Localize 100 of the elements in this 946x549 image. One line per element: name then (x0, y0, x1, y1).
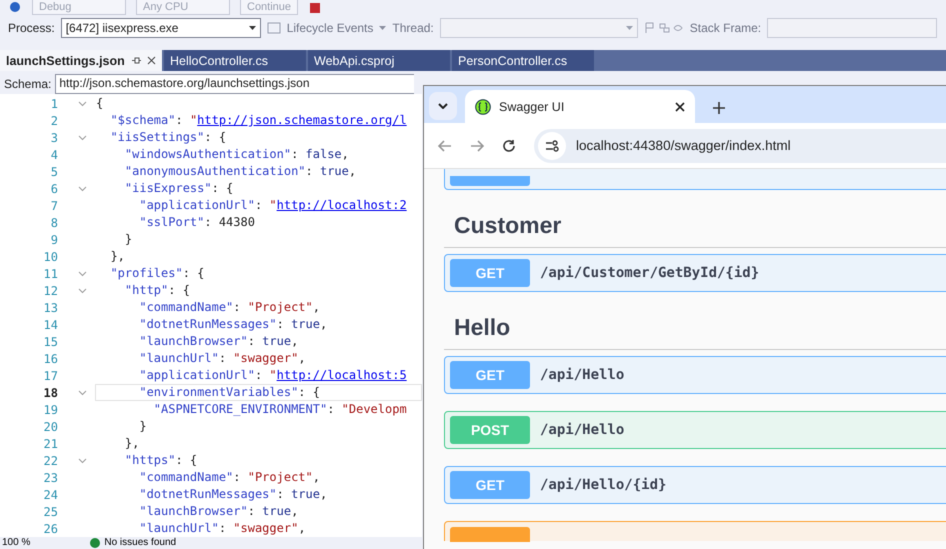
method-label: GET (450, 361, 530, 389)
code-line: "$schema": "http://json.schemastore.org/l (109, 112, 408, 129)
line-number: 26 (42, 522, 58, 536)
stack-frame-label: Stack Frame: (690, 20, 762, 35)
line-number: 2 (50, 114, 58, 128)
section-heading[interactable]: Hello (444, 314, 946, 350)
line-number: 25 (42, 504, 58, 518)
lifecycle-icon (266, 22, 281, 34)
code-line: "commandName": "Project", (138, 469, 321, 486)
operation-bar[interactable]: GET /api/Hello/{id} (444, 466, 946, 504)
fold-chevron-icon[interactable] (78, 270, 87, 276)
method-label: POST (450, 416, 530, 444)
line-number: 3 (50, 130, 58, 144)
document-tab[interactable]: PersonController.cs (452, 50, 596, 71)
pin-icon[interactable] (132, 56, 141, 66)
code-line: "https": { (124, 452, 198, 469)
line-number: 24 (42, 488, 58, 502)
code-line: }, (124, 435, 140, 452)
chevron-down-icon (438, 103, 448, 109)
line-number: 17 (42, 368, 58, 382)
line-number: 8 (50, 216, 58, 230)
code-editor[interactable] (0, 94, 422, 537)
fold-chevron-icon[interactable] (78, 458, 87, 464)
line-number: 1 (50, 96, 58, 110)
endpoint-path: /api/Hello (540, 422, 624, 438)
line-number: 18 (42, 386, 58, 400)
line-number: 13 (42, 300, 58, 314)
code-line: }, (109, 248, 126, 265)
line-number: 4 (50, 148, 58, 162)
method-label: GET (450, 471, 530, 499)
section-heading[interactable]: Customer (444, 212, 946, 248)
fold-chevron-icon[interactable] (78, 100, 87, 106)
code-line: "http": { (124, 282, 191, 299)
operation-bar[interactable]: POST /api/Hello (444, 411, 946, 449)
code-line: "dotnetRunMessages": true, (138, 486, 328, 503)
code-line: "iisExpress": { (124, 180, 234, 197)
document-tab[interactable]: WebApi.csproj (308, 50, 452, 71)
schema-label: Schema: (4, 77, 52, 91)
fold-chevron-icon[interactable] (78, 186, 87, 192)
process-label: Process: (8, 20, 55, 35)
code-line: "applicationUrl": "http://localhost:5 (138, 367, 408, 384)
line-number: 6 (50, 182, 58, 196)
code-line: "launchBrowser": true, (138, 503, 300, 520)
fold-chevron-icon[interactable] (78, 288, 87, 294)
line-number: 11 (42, 266, 58, 280)
operation-bar[interactable] (444, 169, 946, 190)
caret-icon (626, 26, 633, 30)
code-line: "launchBrowser": true, (138, 333, 300, 350)
line-number: 19 (42, 402, 58, 416)
method-label: GET (450, 259, 530, 287)
fold-chevron-icon[interactable] (78, 134, 87, 140)
caret-icon (248, 26, 256, 30)
fold-chevron-icon[interactable] (78, 390, 87, 396)
flag-icon[interactable] (644, 22, 684, 34)
close-icon[interactable] (675, 102, 685, 112)
swagger-logo-icon (475, 98, 491, 114)
forward-arrow-icon[interactable] (470, 140, 484, 152)
browser-tab[interactable]: Swagger UI (465, 90, 695, 123)
thread-dropdown[interactable] (440, 18, 638, 38)
line-number: 22 (42, 454, 58, 468)
zoom-level[interactable]: 100 % (2, 537, 30, 549)
code-line: "anonymousAuthentication": true, (124, 163, 358, 180)
operation-bar[interactable]: GET /api/Hello (444, 356, 946, 394)
line-number: 20 (42, 420, 58, 434)
code-line: } (124, 231, 134, 248)
reload-icon[interactable] (502, 138, 516, 152)
line-number: 5 (50, 164, 58, 178)
endpoint-path: /api/Customer/GetById/{id} (540, 265, 760, 281)
document-tab[interactable]: launchSettings.json (0, 50, 164, 71)
line-number: 14 (42, 318, 58, 332)
code-line: "applicationUrl": "http://localhost:2 (138, 197, 408, 214)
code-line: "ASPNETCORE_ENVIRONMENT": "Developm (152, 401, 408, 418)
caret-icon (379, 26, 386, 30)
code-line: "sslPort": 44380 (138, 214, 256, 231)
code-line: "windowsAuthentication": false, (124, 146, 350, 163)
line-number: 15 (42, 334, 58, 348)
process-dropdown[interactable]: [6472] iisexpress.exe (60, 18, 261, 38)
back-arrow-icon[interactable] (438, 140, 452, 152)
schema-field[interactable]: http://json.schemastore.org/launchsettings.json (55, 74, 414, 94)
code-line: "launchUrl": "swagger", (138, 350, 307, 367)
site-settings-icon[interactable] (538, 132, 566, 160)
issues-status[interactable]: No issues found (90, 537, 176, 549)
line-number: 10 (42, 250, 58, 264)
code-line: { (95, 95, 104, 112)
document-tab[interactable]: HelloController.cs (164, 50, 308, 71)
operation-bar[interactable] (444, 521, 946, 541)
stack-frame-dropdown[interactable] (767, 18, 938, 38)
line-number: 12 (42, 284, 58, 298)
line-number: 16 (42, 352, 58, 366)
stop-icon[interactable] (308, 2, 322, 14)
code-line: "dotnetRunMessages": true, (138, 316, 328, 333)
lifecycle-events-button[interactable]: Lifecycle Events (286, 20, 374, 35)
endpoint-path: /api/Hello (540, 367, 624, 383)
operation-bar[interactable]: GET /api/Customer/GetById/{id} (444, 254, 946, 292)
endpoint-path: /api/Hello/{id} (540, 477, 666, 493)
code-line: } (138, 418, 148, 435)
close-icon[interactable] (147, 56, 156, 66)
tab-list-button[interactable] (429, 92, 457, 120)
line-number: 21 (42, 436, 58, 450)
thread-label: Thread: (392, 20, 434, 35)
